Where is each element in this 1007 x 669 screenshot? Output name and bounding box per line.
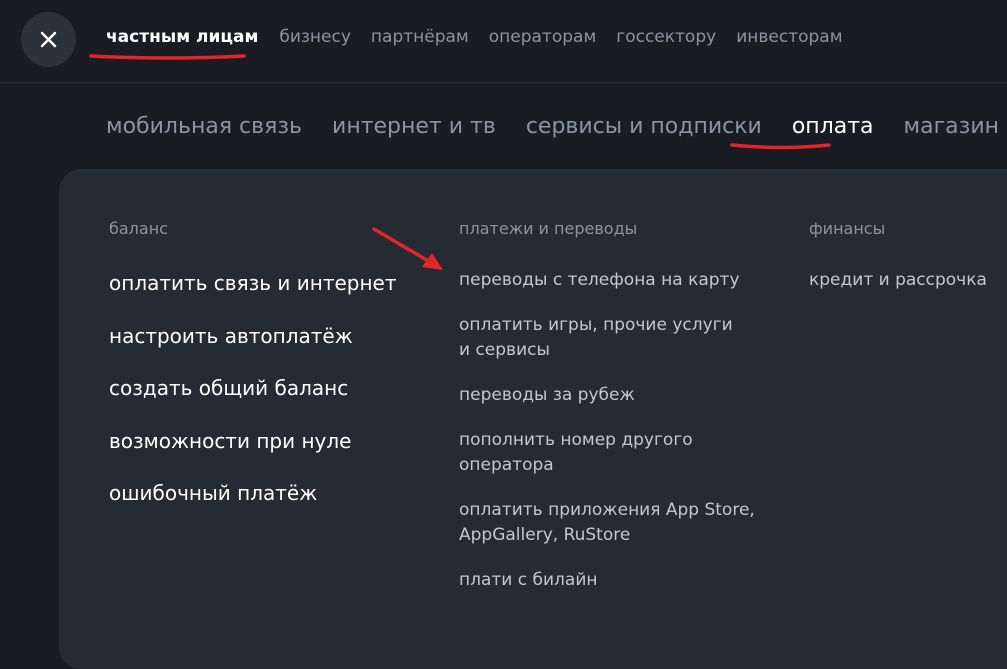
- close-button[interactable]: [21, 12, 76, 67]
- finance-heading: финансы: [809, 219, 886, 238]
- top-bar: частным лицам бизнесу партнёрам оператор…: [0, 0, 1007, 83]
- segment-private[interactable]: частным лицам: [106, 26, 258, 48]
- category-shop[interactable]: магазин: [904, 112, 1000, 142]
- category-nav: мобильная связь интернет и тв сервисы и …: [106, 112, 1007, 142]
- category-internet-tv[interactable]: интернет и тв: [332, 112, 496, 142]
- autopay-link[interactable]: настроить автоплатёж: [109, 324, 353, 348]
- segment-business[interactable]: бизнесу: [279, 26, 351, 48]
- zero-balance-link[interactable]: возможности при нуле: [109, 429, 351, 453]
- abroad-transfer-link[interactable]: переводы за рубеж: [459, 383, 749, 408]
- payments-heading: платежи и переводы: [459, 219, 638, 238]
- category-mobile[interactable]: мобильная связь: [106, 112, 302, 142]
- pay-with-beeline-link[interactable]: плати с билайн: [459, 568, 749, 593]
- close-icon: [40, 31, 57, 48]
- mega-menu-panel: баланс оплатить связь и интернет настрои…: [59, 169, 1007, 669]
- other-operator-link[interactable]: пополнить номер другого оператора: [459, 428, 719, 478]
- segment-government[interactable]: госсектору: [616, 26, 716, 48]
- category-services[interactable]: сервисы и подписки: [526, 112, 762, 142]
- segment-nav: частным лицам бизнесу партнёрам оператор…: [106, 26, 863, 48]
- pay-games-link[interactable]: оплатить игры, прочие услуги и сервисы: [459, 313, 749, 363]
- pay-link[interactable]: оплатить связь и интернет: [109, 271, 397, 295]
- category-payment[interactable]: оплата: [792, 112, 874, 142]
- shared-balance-link[interactable]: создать общий баланс: [109, 376, 348, 400]
- wrong-payment-link[interactable]: ошибочный платёж: [109, 481, 317, 505]
- segment-operators[interactable]: операторам: [489, 26, 597, 48]
- credit-link[interactable]: кредит и рассрочка: [809, 268, 1007, 293]
- phone-to-card-link[interactable]: переводы с телефона на карту: [459, 268, 749, 293]
- segment-investors[interactable]: инвесторам: [736, 26, 842, 48]
- segment-partners[interactable]: партнёрам: [371, 26, 469, 48]
- balance-heading: баланс: [109, 219, 168, 238]
- underline-payment-annotation: [730, 143, 831, 150]
- app-store-link[interactable]: оплатить приложения App Store, AppGaller…: [459, 498, 759, 548]
